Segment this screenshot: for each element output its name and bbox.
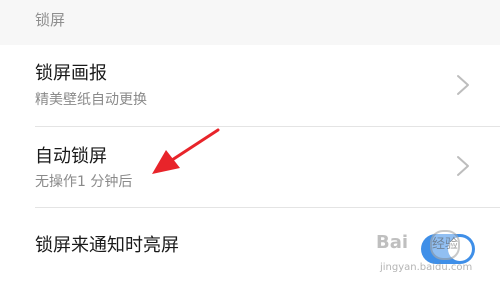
row-subtitle: 精美壁纸自动更换 — [35, 92, 147, 108]
setting-row-notify-wake[interactable]: 锁屏来通知时亮屏 — [0, 208, 500, 285]
section-header-label: 锁屏 — [35, 11, 66, 29]
setting-row-lockscreen-art[interactable]: 锁屏画报 精美壁纸自动更换 — [0, 46, 500, 125]
row-title: 锁屏画报 — [35, 63, 107, 84]
section-header: 锁屏 — [0, 0, 500, 45]
row-subtitle: 无操作1 分钟后 — [35, 174, 133, 190]
toggle-knob — [448, 237, 472, 261]
row-title: 锁屏来通知时亮屏 — [35, 235, 179, 256]
notify-wake-toggle[interactable] — [421, 234, 475, 264]
setting-row-auto-lock[interactable]: 自动锁屏 无操作1 分钟后 — [0, 127, 500, 206]
chevron-right-icon — [457, 75, 469, 95]
row-title: 自动锁屏 — [35, 146, 107, 167]
chevron-right-icon — [457, 156, 469, 176]
